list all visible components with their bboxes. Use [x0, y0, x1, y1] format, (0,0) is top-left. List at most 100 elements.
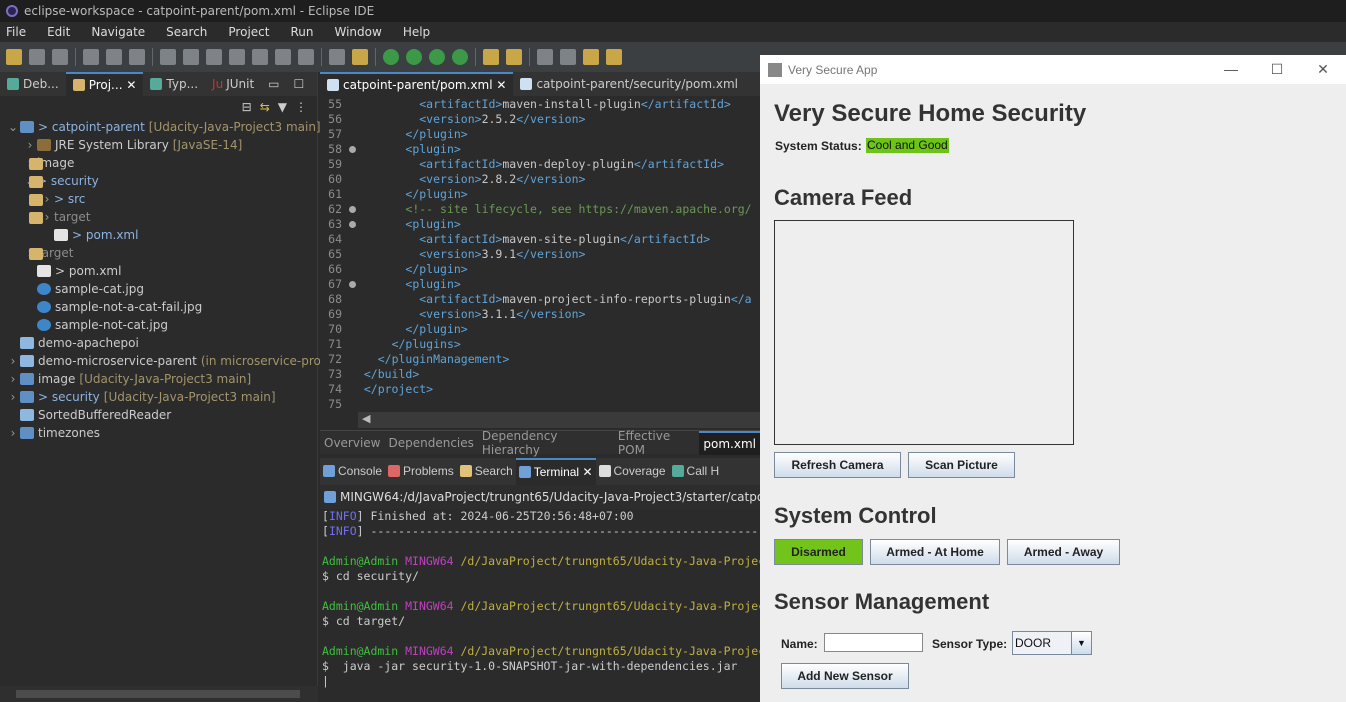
- tree-item[interactable]: ⌄ > catpoint-parent [Udacity-Java-Project3…: [0, 118, 321, 136]
- tree-item[interactable]: ›target: [0, 208, 317, 226]
- close-button[interactable]: ✕: [1300, 55, 1346, 84]
- terminal-output[interactable]: [INFO] Finished at: 2024-06-25T20:56:48+…: [320, 509, 760, 689]
- tab-catpoint-parent-pom[interactable]: catpoint-parent/pom.xml ✕: [320, 72, 514, 96]
- horizontal-scrollbar[interactable]: [0, 686, 318, 702]
- tab-overview[interactable]: Overview: [320, 436, 385, 450]
- maximize-icon[interactable]: ☐: [287, 72, 312, 96]
- tree-item[interactable]: SortedBufferedReader: [0, 406, 317, 424]
- minimize-icon[interactable]: ▭: [261, 72, 286, 96]
- editor-horizontal-scrollbar[interactable]: ◀: [358, 412, 760, 428]
- tree-item[interactable]: > pom.xml: [0, 262, 317, 280]
- expand-arrow-icon[interactable]: ›: [6, 352, 20, 370]
- tree-item[interactable]: › > security [Udacity-Java-Project3 main]: [0, 388, 317, 406]
- menu-navigate[interactable]: Navigate: [91, 25, 145, 39]
- next-annotation-icon[interactable]: [537, 49, 553, 65]
- tree-item[interactable]: › > src: [0, 190, 317, 208]
- menu-edit[interactable]: Edit: [47, 25, 70, 39]
- tab-effective-pom[interactable]: Effective POM: [614, 429, 700, 457]
- disarmed-button[interactable]: Disarmed: [774, 539, 863, 565]
- code-editor[interactable]: 55 <artifactId>maven-install-plugin</art…: [320, 97, 760, 412]
- tab-pom-xml[interactable]: pom.xml: [699, 430, 760, 455]
- tree-item[interactable]: › JRE System Library [JavaSE-14]: [0, 136, 317, 154]
- debug-icon[interactable]: [383, 49, 399, 65]
- armed-away-button[interactable]: Armed - Away: [1007, 539, 1120, 565]
- coverage-icon[interactable]: [429, 49, 445, 65]
- tab-problems[interactable]: Problems: [385, 458, 457, 485]
- link-with-editor-icon[interactable]: ⇆: [260, 100, 270, 114]
- scrollbar-thumb[interactable]: [16, 690, 300, 698]
- tab-terminal[interactable]: Terminal ✕: [515, 458, 596, 485]
- tab-console[interactable]: Console: [320, 458, 385, 485]
- tree-item[interactable]: sample-not-cat.jpg: [0, 316, 317, 334]
- tab-security-pom[interactable]: catpoint-parent/security/pom.xml: [513, 72, 745, 96]
- menu-window[interactable]: Window: [334, 25, 381, 39]
- sensor-type-select[interactable]: DOOR ▼: [1012, 631, 1092, 655]
- fold-icon[interactable]: [349, 206, 356, 213]
- suspend-icon[interactable]: [183, 49, 199, 65]
- new-icon[interactable]: [6, 49, 22, 65]
- back-icon[interactable]: [583, 49, 599, 65]
- close-icon[interactable]: ✕: [126, 78, 136, 92]
- armed-home-button[interactable]: Armed - At Home: [870, 539, 1000, 565]
- close-icon[interactable]: ✕: [496, 78, 506, 92]
- menu-help[interactable]: Help: [403, 25, 430, 39]
- tab-search[interactable]: Search: [457, 458, 516, 485]
- resume-icon[interactable]: [160, 49, 176, 65]
- tree-item[interactable]: ›target: [0, 244, 317, 262]
- tab-call-hierarchy[interactable]: Call H: [669, 458, 723, 485]
- tree-item[interactable]: sample-cat.jpg: [0, 280, 317, 298]
- step-return-icon[interactable]: [298, 49, 314, 65]
- fold-icon[interactable]: [349, 281, 356, 288]
- skip-breakpoints-icon[interactable]: [129, 49, 145, 65]
- tab-junit[interactable]: Ju JUnit: [205, 72, 261, 96]
- refresh-camera-button[interactable]: Refresh Camera: [774, 452, 901, 478]
- expand-arrow-icon[interactable]: ⌄: [6, 118, 20, 136]
- forward-icon[interactable]: [606, 49, 622, 65]
- tab-project-explorer[interactable]: Proj... ✕: [65, 72, 144, 96]
- menu-project[interactable]: Project: [228, 25, 269, 39]
- menu-file[interactable]: File: [6, 25, 26, 39]
- tree-item[interactable]: › image [Udacity-Java-Project3 main]: [0, 370, 317, 388]
- view-menu-icon[interactable]: ⋮: [295, 100, 307, 114]
- fold-icon[interactable]: [349, 221, 356, 228]
- minimize-button[interactable]: —: [1208, 55, 1254, 84]
- collapse-all-icon[interactable]: ⊟: [242, 100, 252, 114]
- add-sensor-button[interactable]: Add New Sensor: [781, 663, 909, 689]
- tab-debug[interactable]: Deb...: [0, 72, 66, 96]
- previous-annotation-icon[interactable]: [560, 49, 576, 65]
- step-into-icon[interactable]: [252, 49, 268, 65]
- expand-arrow-icon[interactable]: ›: [23, 136, 37, 154]
- menu-run[interactable]: Run: [290, 25, 313, 39]
- search-icon[interactable]: [506, 49, 522, 65]
- tree-item[interactable]: › timezones: [0, 424, 317, 442]
- tree-item[interactable]: › demo-microservice-parent (in microservic…: [0, 352, 348, 370]
- fold-icon[interactable]: [349, 146, 356, 153]
- tab-dependency-hierarchy[interactable]: Dependency Hierarchy: [478, 429, 614, 457]
- use-step-filters-icon[interactable]: [352, 49, 368, 65]
- save-all-icon[interactable]: [52, 49, 68, 65]
- close-icon[interactable]: ✕: [582, 465, 592, 479]
- step-over-icon[interactable]: [275, 49, 291, 65]
- disconnect-icon[interactable]: [229, 49, 245, 65]
- open-type-icon[interactable]: [483, 49, 499, 65]
- filter-icon[interactable]: ▼: [278, 100, 287, 114]
- external-tools-icon[interactable]: [452, 49, 468, 65]
- tree-item[interactable]: ⌄> security: [0, 172, 317, 190]
- tab-coverage[interactable]: Coverage: [596, 458, 669, 485]
- drop-to-frame-icon[interactable]: [329, 49, 345, 65]
- scroll-left-icon[interactable]: ◀: [362, 412, 370, 425]
- save-icon[interactable]: [29, 49, 45, 65]
- terminate-icon[interactable]: [206, 49, 222, 65]
- chevron-down-icon[interactable]: ▼: [1071, 632, 1091, 654]
- expand-arrow-icon[interactable]: ›: [6, 424, 20, 442]
- tree-item[interactable]: ›image: [0, 154, 317, 172]
- tab-dependencies[interactable]: Dependencies: [385, 436, 478, 450]
- binary-icon[interactable]: [83, 49, 99, 65]
- tab-type-hierarchy[interactable]: Typ...: [143, 72, 205, 96]
- sensor-name-input[interactable]: [824, 633, 923, 652]
- menu-search[interactable]: Search: [166, 25, 207, 39]
- expand-arrow-icon[interactable]: ›: [6, 370, 20, 388]
- maximize-button[interactable]: ☐: [1254, 55, 1300, 84]
- tree-item[interactable]: > pom.xml: [0, 226, 317, 244]
- expand-arrow-icon[interactable]: ›: [6, 388, 20, 406]
